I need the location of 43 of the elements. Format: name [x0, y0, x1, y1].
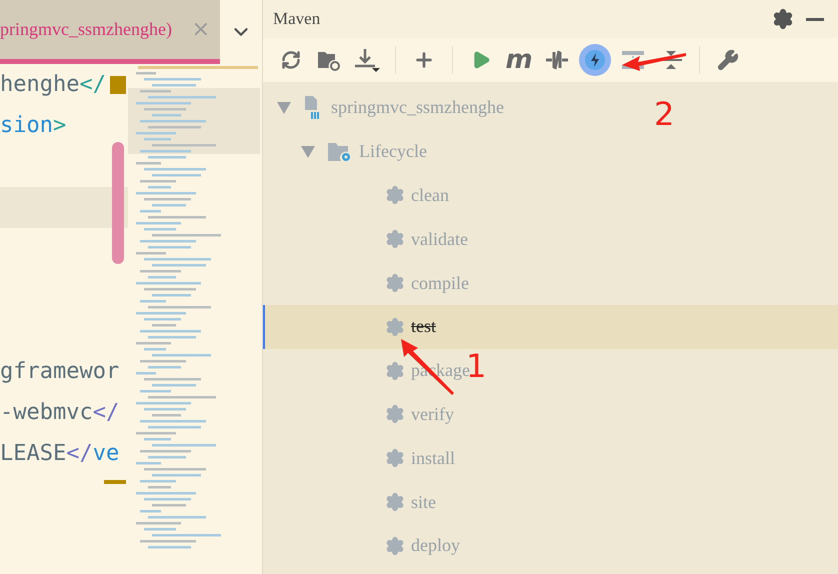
- download-icon: [354, 48, 380, 72]
- gear-icon: [385, 536, 405, 556]
- gear-icon: [385, 316, 405, 337]
- refresh-icon: [281, 50, 301, 70]
- panel-title: Maven: [273, 9, 322, 29]
- minus-icon: [806, 18, 824, 20]
- lightning-icon: [584, 49, 606, 71]
- annotation-number: 2: [654, 98, 674, 130]
- folder-icon: [317, 49, 341, 71]
- tree-item[interactable]: verify: [411, 404, 454, 425]
- gear-icon: [385, 273, 405, 294]
- tree-item[interactable]: test: [411, 316, 436, 338]
- editor-tab[interactable]: pringmvc_ssmzhenghe) ×: [0, 0, 220, 64]
- wrench-icon: [717, 49, 739, 71]
- close-icon[interactable]: ×: [192, 17, 210, 42]
- underline-marker: [104, 480, 126, 484]
- code-line: henghe</: [0, 64, 128, 105]
- folder-gear-icon: [327, 140, 353, 163]
- code-line: gframewor: [0, 358, 120, 386]
- code-line: sion>: [0, 112, 68, 140]
- tree-item[interactable]: compile: [411, 272, 469, 294]
- gear-icon: [385, 185, 405, 206]
- code-line: LEASE</ve: [0, 440, 120, 468]
- tree-item[interactable]: clean: [411, 184, 449, 206]
- tree-item[interactable]: springmvc_ssmzhenghe: [331, 97, 504, 118]
- tree-item[interactable]: validate: [411, 228, 468, 250]
- tree-item[interactable]: deploy: [411, 535, 460, 556]
- code-line: -webmvc</: [0, 399, 120, 427]
- toolbar-button[interactable]: [579, 44, 611, 76]
- tree-item[interactable]: install: [411, 448, 455, 469]
- tree-item[interactable]: Lifecycle: [359, 141, 427, 162]
- gear-icon: [385, 404, 405, 424]
- settings-icon: [772, 8, 794, 30]
- toggle-offline-icon: [545, 49, 569, 71]
- gear-icon: [385, 492, 405, 512]
- tree-item[interactable]: site: [411, 492, 436, 513]
- gear-icon: [385, 448, 405, 468]
- tab-title: pringmvc_ssmzhenghe): [0, 19, 172, 40]
- plus-icon: [413, 49, 435, 71]
- gear-icon: [385, 229, 405, 250]
- scrollbar-thumb[interactable]: [112, 142, 124, 264]
- gear-icon: [385, 360, 405, 381]
- annotation-arrow: [620, 50, 688, 74]
